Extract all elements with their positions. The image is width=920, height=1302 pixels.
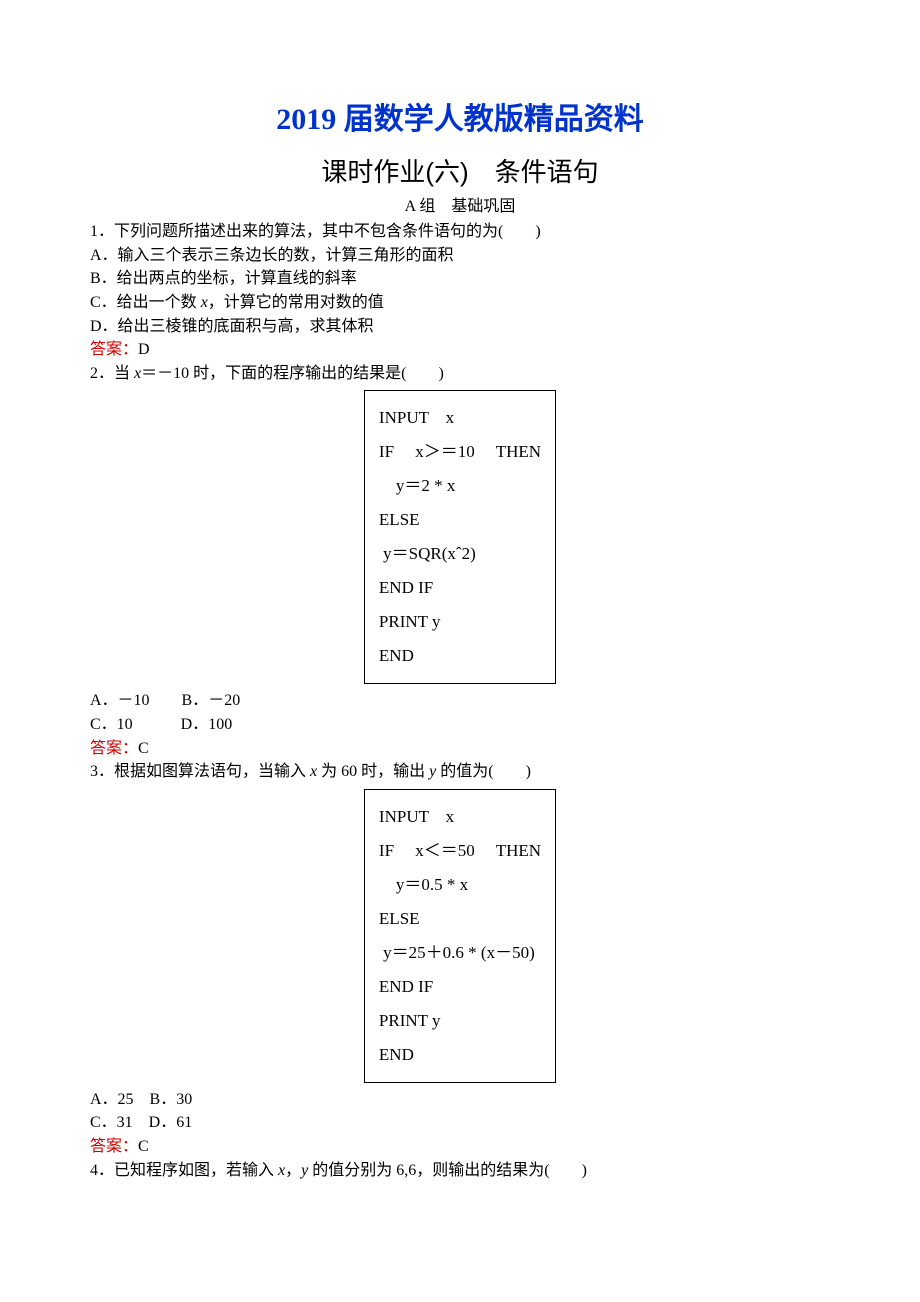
q3-code-l7: PRINT y (379, 1004, 541, 1038)
q3-code-l1: INPUT x (379, 800, 541, 834)
q3-stem: 3．根据如图算法语句，当输入 x 为 60 时，输出 y 的值为( ) (90, 761, 830, 783)
q2-code-l8: END (379, 639, 541, 673)
q3-code-l3: y＝0.5 * x (379, 868, 541, 902)
q2-code-l4: ELSE (379, 503, 541, 537)
q2-stem: 2．当 x＝－10 时，下面的程序输出的结果是( ) (90, 363, 830, 385)
q2-answer-value: C (138, 740, 149, 757)
main-title: 2019 届数学人教版精品资料 (90, 100, 830, 141)
q3-stem-mid: 为 60 时，输出 (317, 763, 429, 780)
q3-answer: 答案：C (90, 1136, 830, 1158)
q3-code-l4: ELSE (379, 902, 541, 936)
q2-code-l7: PRINT y (379, 605, 541, 639)
q1-c-post: ，计算它的常用对数的值 (208, 294, 384, 311)
q1-option-d: D．给出三棱锥的底面积与高，求其体积 (90, 316, 830, 338)
q1-answer-label: 答案： (90, 341, 138, 358)
q2-stem-post: ＝－10 时，下面的程序输出的结果是( ) (141, 365, 444, 382)
q2-options-row2: C．10 D．100 (90, 714, 830, 736)
q3-stem-post: 的值为( ) (436, 763, 531, 780)
q2-code-box: INPUT x IF x＞＝10 THEN y＝2 * x ELSE y＝SQR… (364, 390, 556, 684)
q2-options-row1: A．－10 B．－20 (90, 690, 830, 712)
q3-code-l6: END IF (379, 970, 541, 1004)
q3-code-box: INPUT x IF x＜＝50 THEN y＝0.5 * x ELSE y＝2… (364, 789, 556, 1083)
q2-code-l5: y＝SQR(xˆ2) (379, 537, 541, 571)
q1-option-b: B．给出两点的坐标，计算直线的斜率 (90, 268, 830, 290)
q4-stem: 4．已知程序如图，若输入 x，y 的值分别为 6,6，则输出的结果为( ) (90, 1160, 830, 1182)
q1-c-pre: C．给出一个数 (90, 294, 201, 311)
q4-stem-pre: 4．已知程序如图，若输入 (90, 1162, 278, 1179)
q3-code-l8: END (379, 1038, 541, 1072)
q2-code-l3: y＝2 * x (379, 469, 541, 503)
q1-answer-value: D (138, 341, 150, 358)
q2-code-l1: INPUT x (379, 401, 541, 435)
q2-code-l6: END IF (379, 571, 541, 605)
q1-answer: 答案：D (90, 339, 830, 361)
group-label: A 组 基础巩固 (90, 196, 830, 218)
q3-answer-label: 答案： (90, 1138, 138, 1155)
q1-c-var: x (201, 294, 208, 311)
q2-code-l2: IF x＞＝10 THEN (379, 435, 541, 469)
q3-options-row1: A．25 B．30 (90, 1089, 830, 1111)
q4-stem-mid1: ， (285, 1162, 301, 1179)
q1-stem: 1．下列问题所描述出来的算法，其中不包含条件语句的为( ) (90, 221, 830, 243)
q2-answer: 答案：C (90, 738, 830, 760)
q3-answer-value: C (138, 1138, 149, 1155)
q1-option-c: C．给出一个数 x，计算它的常用对数的值 (90, 292, 830, 314)
q3-options-row2: C．31 D．61 (90, 1112, 830, 1134)
q1-option-a: A．输入三个表示三条边长的数，计算三角形的面积 (90, 245, 830, 267)
q3-code-l2: IF x＜＝50 THEN (379, 834, 541, 868)
q2-answer-label: 答案： (90, 740, 138, 757)
sub-title: 课时作业(六) 条件语句 (90, 155, 830, 190)
q3-stem-pre: 3．根据如图算法语句，当输入 (90, 763, 310, 780)
q2-stem-pre: 2．当 (90, 365, 134, 382)
q3-code-l5: y＝25＋0.6 * (x－50) (379, 936, 541, 970)
q4-stem-post: 的值分别为 6,6，则输出的结果为( ) (308, 1162, 587, 1179)
